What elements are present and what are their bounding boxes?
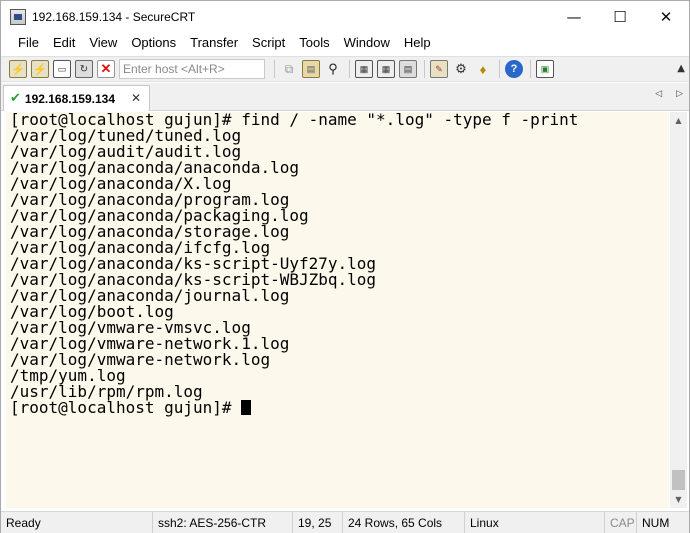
status-terminal-size: 24 Rows, 65 Cols <box>343 511 465 533</box>
host-input[interactable] <box>119 59 265 79</box>
help-icon[interactable]: ? <box>505 60 523 78</box>
maximize-button[interactable]: ☐ <box>597 1 643 32</box>
status-terminal-type: Linux <box>465 511 605 533</box>
menu-transfer[interactable]: Transfer <box>183 32 245 54</box>
menu-file[interactable]: File <box>11 32 46 54</box>
window-title: 192.168.159.134 - SecureCRT <box>32 9 196 24</box>
toolbar-overflow-icon[interactable]: ▲ <box>677 63 685 74</box>
print-screen-icon[interactable]: ▤ <box>399 60 417 78</box>
toolbar-separator <box>349 60 350 78</box>
keymap-icon[interactable]: ♦ <box>474 60 492 78</box>
window-controls: — ☐ ✕ <box>551 1 689 32</box>
terminal-prompt-line: [root@localhost gujun]# <box>10 400 669 416</box>
paste-icon[interactable]: ▤ <box>302 60 320 78</box>
menu-window[interactable]: Window <box>337 32 397 54</box>
tab-scroll-left-icon[interactable]: ◁ <box>655 89 662 99</box>
session-tab[interactable]: ✔ 192.168.159.134 ✕ <box>3 85 150 111</box>
tab-scroll-right-icon[interactable]: ▷ <box>676 89 683 99</box>
minimize-button[interactable]: — <box>551 1 597 32</box>
securecrt-app-icon[interactable] <box>10 8 26 25</box>
terminal-area[interactable]: [root@localhost gujun]# find / -name "*.… <box>6 112 669 508</box>
menu-bar: File Edit View Options Transfer Script T… <box>1 32 689 54</box>
scrollbar-thumb[interactable] <box>672 470 685 490</box>
sftp-icon[interactable]: ▣ <box>536 60 554 78</box>
global-options-icon[interactable]: ⚙ <box>452 60 470 78</box>
menu-tools[interactable]: Tools <box>292 32 336 54</box>
find-icon[interactable]: ⚲ <box>324 60 342 78</box>
print-setup-icon[interactable]: ▦ <box>377 60 395 78</box>
menu-options[interactable]: Options <box>124 32 183 54</box>
print-icon[interactable]: ▦ <box>355 60 373 78</box>
session-options-icon[interactable]: ✎ <box>430 60 448 78</box>
status-cursor-position: 19, 25 <box>293 511 343 533</box>
connect-icon[interactable]: ⚡ <box>9 60 27 78</box>
status-caps-lock: CAP <box>605 511 637 533</box>
connected-check-icon: ✔ <box>10 91 21 106</box>
terminal-prompt: [root@localhost gujun]# <box>10 398 242 417</box>
tab-navigation: ◁ ▷ <box>655 89 683 99</box>
toolbar-separator <box>499 60 500 78</box>
menu-edit[interactable]: Edit <box>46 32 82 54</box>
menu-view[interactable]: View <box>82 32 124 54</box>
menu-script[interactable]: Script <box>245 32 292 54</box>
scroll-down-icon[interactable]: ▼ <box>670 491 687 508</box>
scroll-up-icon[interactable]: ▲ <box>670 112 687 129</box>
toolbar-separator <box>274 60 275 78</box>
toolbar: ⚡ ⚡ ▭ ↻ ✕ ⧉ ▤ ⚲ ▦ ▦ ▤ ✎ ⚙ ♦ ? ▣ ▲ <box>1 56 689 82</box>
status-num-lock: NUM <box>642 515 670 530</box>
quick-connect-icon[interactable]: ⚡ <box>31 60 49 78</box>
connect-tab-icon[interactable]: ▭ <box>53 60 71 78</box>
menu-help[interactable]: Help <box>397 32 438 54</box>
close-button[interactable]: ✕ <box>643 1 689 32</box>
status-state: Ready <box>1 511 153 533</box>
tab-close-icon[interactable]: ✕ <box>131 91 141 105</box>
session-tab-bar: ✔ 192.168.159.134 ✕ ◁ ▷ <box>1 83 689 111</box>
securecrt-window: 192.168.159.134 - SecureCRT — ☐ ✕ File E… <box>0 0 690 533</box>
terminal-cursor <box>241 400 252 415</box>
disconnect-icon[interactable]: ✕ <box>97 60 115 78</box>
reconnect-icon[interactable]: ↻ <box>75 60 93 78</box>
terminal-scrollbar[interactable]: ▲ ▼ <box>670 112 687 508</box>
status-encryption: ssh2: AES-256-CTR <box>153 511 293 533</box>
toolbar-separator <box>530 60 531 78</box>
copy-icon[interactable]: ⧉ <box>280 60 298 78</box>
status-bar: Ready ssh2: AES-256-CTR 19, 25 24 Rows, … <box>1 511 689 533</box>
toolbar-separator <box>424 60 425 78</box>
session-tab-label: 192.168.159.134 <box>24 91 115 106</box>
title-bar: 192.168.159.134 - SecureCRT — ☐ ✕ <box>1 1 689 32</box>
